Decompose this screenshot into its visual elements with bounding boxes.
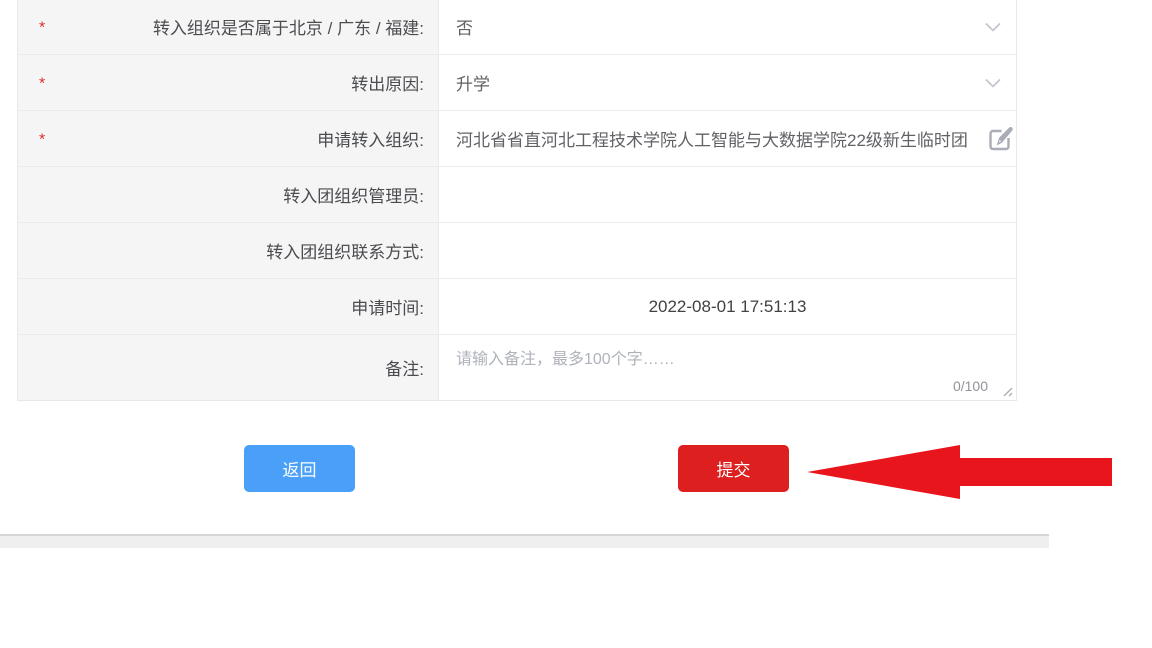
target-org-value: 河北省省直河北工程技术学院人工智能与大数据学院22级新生临时团 [456, 126, 968, 151]
apply-time-label-cell: 申请时间: [18, 279, 439, 334]
region-select-value: 否 [456, 14, 473, 39]
chevron-down-icon[interactable] [985, 78, 1001, 87]
required-marker: * [39, 75, 45, 93]
target-org-field: 河北省省直河北工程技术学院人工智能与大数据学院22级新生临时团 [439, 111, 1016, 166]
page: * 转入组织是否属于北京 / 广东 / 福建: 否 * 转出原因: 升学 [0, 0, 1152, 648]
reason-select-value: 升学 [456, 70, 490, 95]
chevron-down-icon[interactable] [985, 22, 1001, 31]
apply-time-text: 2022-08-01 17:51:13 [649, 297, 807, 317]
form-row-region: * 转入组织是否属于北京 / 广东 / 福建: 否 [18, 0, 1016, 55]
resize-handle-icon[interactable] [1002, 386, 1013, 397]
back-button[interactable]: 返回 [244, 445, 355, 492]
required-marker: * [39, 19, 45, 37]
target-contact-label: 转入团组织联系方式: [266, 238, 424, 263]
bottom-divider-bar [0, 534, 1049, 548]
reason-label: 转出原因: [351, 70, 424, 95]
remarks-label: 备注: [385, 355, 424, 380]
target-org-label-cell: * 申请转入组织: [18, 111, 439, 166]
reason-label-cell: * 转出原因: [18, 55, 439, 110]
region-label-cell: * 转入组织是否属于北京 / 广东 / 福建: [18, 0, 439, 54]
form-row-target-admin: 转入团组织管理员: [18, 167, 1016, 223]
required-marker: * [39, 131, 45, 149]
form-row-target-contact: 转入团组织联系方式: [18, 223, 1016, 279]
edit-icon[interactable] [987, 124, 1015, 154]
target-admin-label-cell: 转入团组织管理员: [18, 167, 439, 222]
arrow-shaft [959, 458, 1112, 486]
target-contact-label-cell: 转入团组织联系方式: [18, 223, 439, 278]
form-row-target-org: * 申请转入组织: 河北省省直河北工程技术学院人工智能与大数据学院22级新生临时… [18, 111, 1016, 167]
form-row-apply-time: 申请时间: 2022-08-01 17:51:13 [18, 279, 1016, 335]
region-select[interactable]: 否 [439, 0, 1016, 54]
submit-button[interactable]: 提交 [678, 445, 789, 492]
form-row-reason: * 转出原因: 升学 [18, 55, 1016, 111]
region-label: 转入组织是否属于北京 / 广东 / 福建: [153, 14, 424, 39]
target-contact-value [439, 223, 1016, 278]
remarks-label-cell: 备注: [18, 335, 439, 400]
char-counter: 0/100 [953, 378, 988, 394]
apply-time-value: 2022-08-01 17:51:13 [439, 279, 1016, 334]
target-admin-label: 转入团组织管理员: [283, 182, 424, 207]
transfer-application-form: * 转入组织是否属于北京 / 广东 / 福建: 否 * 转出原因: 升学 [17, 0, 1017, 401]
reason-select[interactable]: 升学 [439, 55, 1016, 110]
remarks-input[interactable] [439, 335, 1016, 375]
apply-time-label: 申请时间: [351, 294, 424, 319]
remarks-cell: 0/100 [439, 335, 1016, 400]
arrow-head [807, 445, 960, 499]
target-admin-value [439, 167, 1016, 222]
target-org-label: 申请转入组织: [317, 126, 424, 151]
annotation-arrow-left-icon [807, 445, 1112, 499]
form-row-remarks: 备注: 0/100 [18, 335, 1016, 400]
